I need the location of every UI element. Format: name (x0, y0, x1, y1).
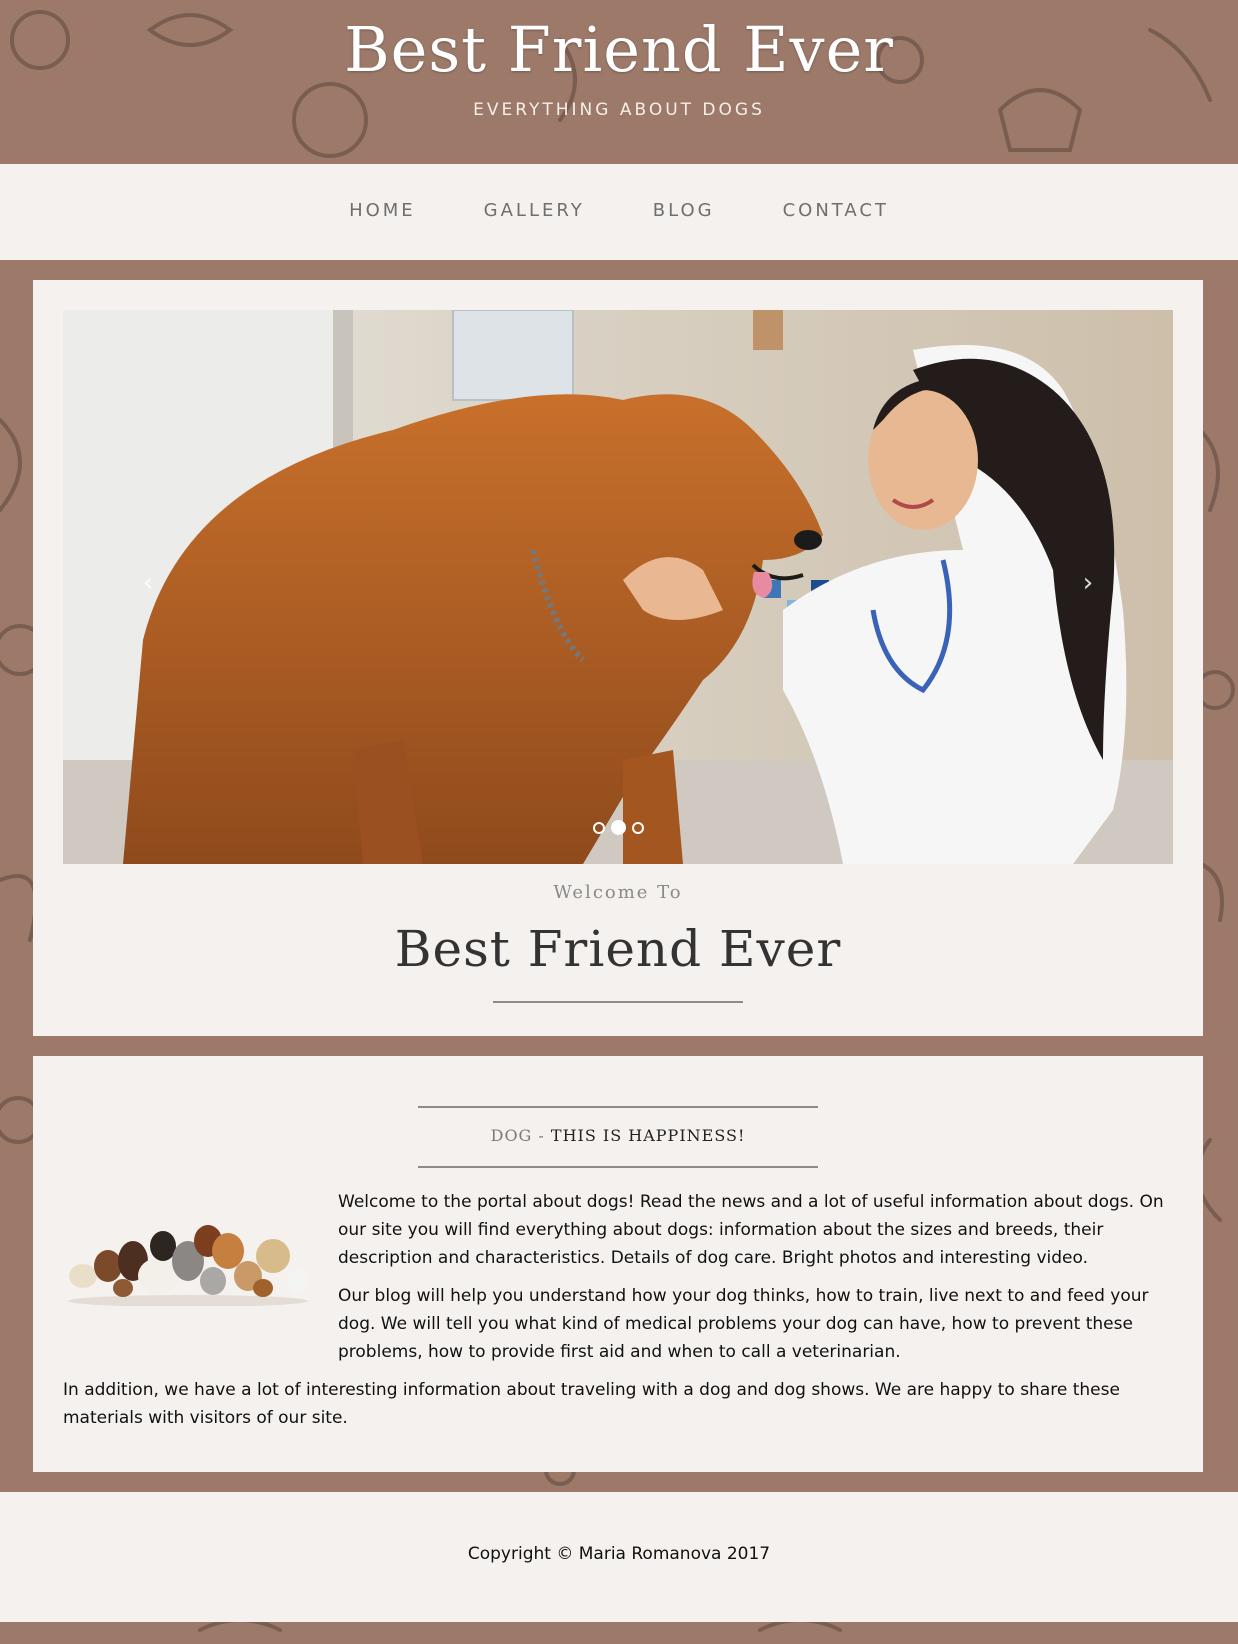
welcome-title: Best Friend Ever (394, 920, 842, 978)
slider-next-arrow-icon[interactable]: › (1073, 568, 1103, 598)
slider-dot-3[interactable] (631, 821, 644, 834)
nav-list: HOME GALLERY BLOG CONTACT (0, 200, 1238, 221)
about-heading-light: DOG - (490, 1126, 545, 1145)
nav-item-contact[interactable]: CONTACT (783, 200, 889, 221)
main-navigation: HOME GALLERY BLOG CONTACT (0, 164, 1238, 260)
dogs-group-image (68, 1225, 309, 1306)
welcome-divider (493, 1001, 743, 1003)
hero-panel: ‹ › Welcome To Best Friend Ever (33, 280, 1203, 1036)
slider-dot-2[interactable] (610, 820, 626, 835)
slider-dots (63, 820, 1173, 835)
slide-image-vet-with-dog (63, 310, 1173, 864)
image-slider[interactable]: ‹ › (63, 310, 1173, 864)
slider-dot-1[interactable] (592, 821, 605, 834)
about-divider-bottom (418, 1166, 818, 1168)
nav-item-blog[interactable]: BLOG (653, 200, 715, 221)
about-paragraph-3: In addition, we have a lot of interestin… (63, 1380, 1120, 1428)
slider-prev-arrow-icon[interactable]: ‹ (133, 568, 163, 598)
about-heading-dark: THIS IS HAPPINESS! (550, 1126, 746, 1145)
about-divider-top (418, 1106, 818, 1108)
about-paragraph-1: Welcome to the portal about dogs! Read t… (338, 1192, 1164, 1268)
copyright-text: Copyright © Maria Romanova 2017 (467, 1544, 771, 1564)
about-paragraph-2: Our blog will help you understand how yo… (338, 1286, 1149, 1362)
site-tagline: EVERYTHING ABOUT DOGS (473, 100, 765, 120)
about-panel: DOG - THIS IS HAPPINESS! Welcome to the … (33, 1056, 1203, 1472)
nav-item-gallery[interactable]: GALLERY (484, 200, 585, 221)
site-footer: Copyright © Maria Romanova 2017 (0, 1492, 1238, 1622)
about-heading: DOG - THIS IS HAPPINESS! (33, 1126, 1203, 1145)
nav-item-home[interactable]: HOME (349, 200, 416, 221)
site-header: Best Friend Ever EVERYTHING ABOUT DOGS (0, 0, 1238, 164)
welcome-subtitle: Welcome To (553, 882, 683, 903)
site-title[interactable]: Best Friend Ever (0, 10, 1238, 90)
